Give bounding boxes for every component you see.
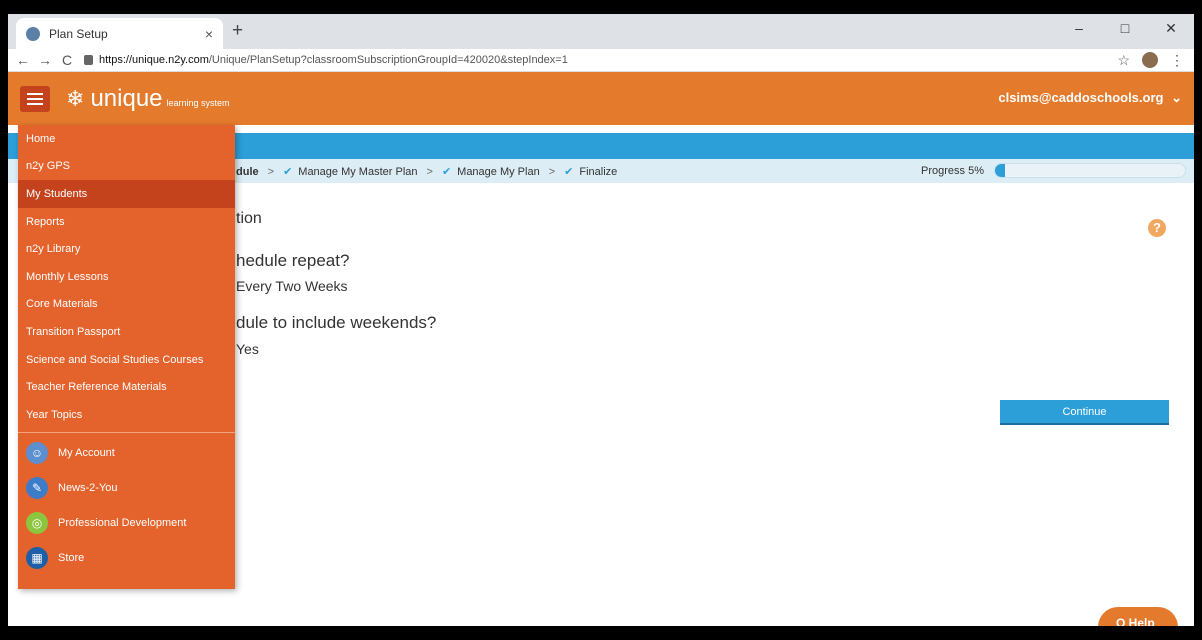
drawer-link-label: Store bbox=[58, 552, 85, 565]
url-path: /Unique/PlanSetup?classroomSubscriptionG… bbox=[208, 54, 568, 66]
step-schedule[interactable]: dule bbox=[236, 166, 259, 178]
step-finalize[interactable]: ✔ Finalize bbox=[564, 165, 617, 179]
continue-button[interactable]: Continue bbox=[1000, 400, 1169, 425]
account-icon: ☺ bbox=[26, 442, 48, 465]
reload-button[interactable]: C bbox=[56, 52, 78, 68]
drawer-link-label: My Account bbox=[58, 447, 115, 460]
drawer-item-reports[interactable]: Reports bbox=[18, 208, 235, 236]
question-repeat: hedule repeat? bbox=[236, 251, 350, 270]
address-bar: ← → C https://unique.n2y.com/Unique/Plan… bbox=[8, 49, 1194, 72]
help-question-icon[interactable]: ? bbox=[1148, 219, 1166, 237]
browser-menu-icon[interactable]: ⋮ bbox=[1170, 52, 1184, 69]
answer-repeat: Every Two Weeks bbox=[236, 278, 348, 294]
question-weekends: dule to include weekends? bbox=[236, 313, 437, 332]
progress-label: Progress 5% bbox=[921, 164, 984, 177]
close-window-button[interactable]: ✕ bbox=[1148, 14, 1194, 44]
drawer-link-my-account[interactable]: ☺ My Account bbox=[18, 436, 235, 471]
app-header: ❄ unique learning system clsims@caddosch… bbox=[8, 72, 1194, 125]
step-separator: > bbox=[426, 165, 433, 178]
hamburger-menu-button[interactable] bbox=[20, 85, 50, 112]
drawer-item-science-and-social-studies-courses[interactable]: Science and Social Studies Courses bbox=[18, 346, 235, 374]
side-drawer: Home n2y GPS My Students Reports n2y Library… bbox=[18, 125, 235, 589]
progress-fill bbox=[995, 164, 1005, 177]
check-icon: ✔ bbox=[441, 166, 452, 178]
check-icon: ✔ bbox=[283, 166, 293, 178]
step-separator: > bbox=[267, 165, 275, 178]
drawer-item-home[interactable]: Home bbox=[18, 125, 235, 153]
forward-button[interactable]: → bbox=[34, 52, 56, 68]
tab-title: Plan Setup bbox=[49, 26, 108, 41]
store-icon: ▦ bbox=[26, 547, 48, 570]
bookmark-star-icon[interactable]: ☆ bbox=[1117, 52, 1130, 69]
drawer-item-n2y-gps[interactable]: n2y GPS bbox=[18, 153, 235, 181]
check-icon: ✔ bbox=[564, 166, 574, 178]
drawer-nav: Home n2y GPS My Students Reports n2y Library… bbox=[18, 125, 235, 429]
user-menu[interactable]: clsims@caddoschools.org ⌄ bbox=[998, 90, 1182, 106]
snowflake-logo-icon: ❄ bbox=[66, 85, 85, 111]
chevron-down-icon: ⌄ bbox=[1171, 90, 1182, 105]
browser-tab[interactable]: Plan Setup × bbox=[16, 18, 223, 49]
step-my-plan[interactable]: ✔ Manage My Plan bbox=[441, 165, 540, 179]
drawer-link-label: Professional Development bbox=[58, 517, 187, 530]
drawer-link-store[interactable]: ▦ Store bbox=[18, 541, 235, 576]
step-separator: > bbox=[548, 165, 556, 178]
drawer-account-links: ☺ My Account ✎ News-2-You ◎ Professional Deve… bbox=[18, 436, 235, 576]
drawer-item-n2y-library[interactable]: n2y Library bbox=[18, 235, 235, 263]
tab-close-icon[interactable]: × bbox=[205, 26, 213, 42]
profile-avatar[interactable] bbox=[1142, 52, 1158, 68]
favicon-icon bbox=[26, 26, 40, 41]
drawer-link-professional-development[interactable]: ◎ Professional Development bbox=[18, 506, 235, 541]
help-button[interactable]: Q Help bbox=[1098, 607, 1178, 626]
compass-icon: ◎ bbox=[26, 512, 48, 535]
drawer-item-my-students[interactable]: My Students bbox=[18, 180, 235, 208]
drawer-item-monthly-lessons[interactable]: Monthly Lessons bbox=[18, 263, 235, 291]
progress: Progress 5% bbox=[921, 163, 1186, 178]
drawer-item-core-materials[interactable]: Core Materials bbox=[18, 291, 235, 319]
tab-strip: Plan Setup × + – □ ✕ bbox=[8, 14, 1194, 49]
progress-bar bbox=[994, 163, 1186, 178]
lock-icon bbox=[84, 55, 93, 65]
url-host: https://unique.n2y.com bbox=[99, 54, 209, 66]
window-controls: – □ ✕ bbox=[1056, 14, 1194, 44]
answer-weekends: Yes bbox=[236, 341, 259, 357]
back-button[interactable]: ← bbox=[12, 52, 34, 68]
drawer-item-year-topics[interactable]: Year Topics bbox=[18, 401, 235, 429]
drawer-link-news-2-you[interactable]: ✎ News-2-You bbox=[18, 471, 235, 506]
new-tab-button[interactable]: + bbox=[232, 20, 243, 42]
url-field[interactable]: https://unique.n2y.com/Unique/PlanSetup?… bbox=[84, 51, 1117, 70]
step-master-plan[interactable]: ✔ Manage My Master Plan bbox=[283, 165, 417, 179]
drawer-item-teacher-reference-materials[interactable]: Teacher Reference Materials bbox=[18, 373, 235, 401]
section-title: tion bbox=[236, 210, 262, 227]
browser-window: Plan Setup × + – □ ✕ ← → C https://uniqu… bbox=[8, 14, 1194, 626]
drawer-divider bbox=[18, 431, 235, 433]
maximize-button[interactable]: □ bbox=[1102, 14, 1148, 44]
logo[interactable]: ❄ unique learning system bbox=[66, 85, 230, 113]
minimize-button[interactable]: – bbox=[1056, 14, 1102, 44]
user-email: clsims@caddoschools.org bbox=[998, 90, 1164, 105]
logo-tagline: learning system bbox=[166, 97, 230, 108]
news-icon: ✎ bbox=[26, 477, 48, 500]
logo-word: unique bbox=[90, 84, 163, 112]
drawer-link-label: News-2-You bbox=[58, 482, 118, 495]
drawer-item-transition-passport[interactable]: Transition Passport bbox=[18, 318, 235, 346]
